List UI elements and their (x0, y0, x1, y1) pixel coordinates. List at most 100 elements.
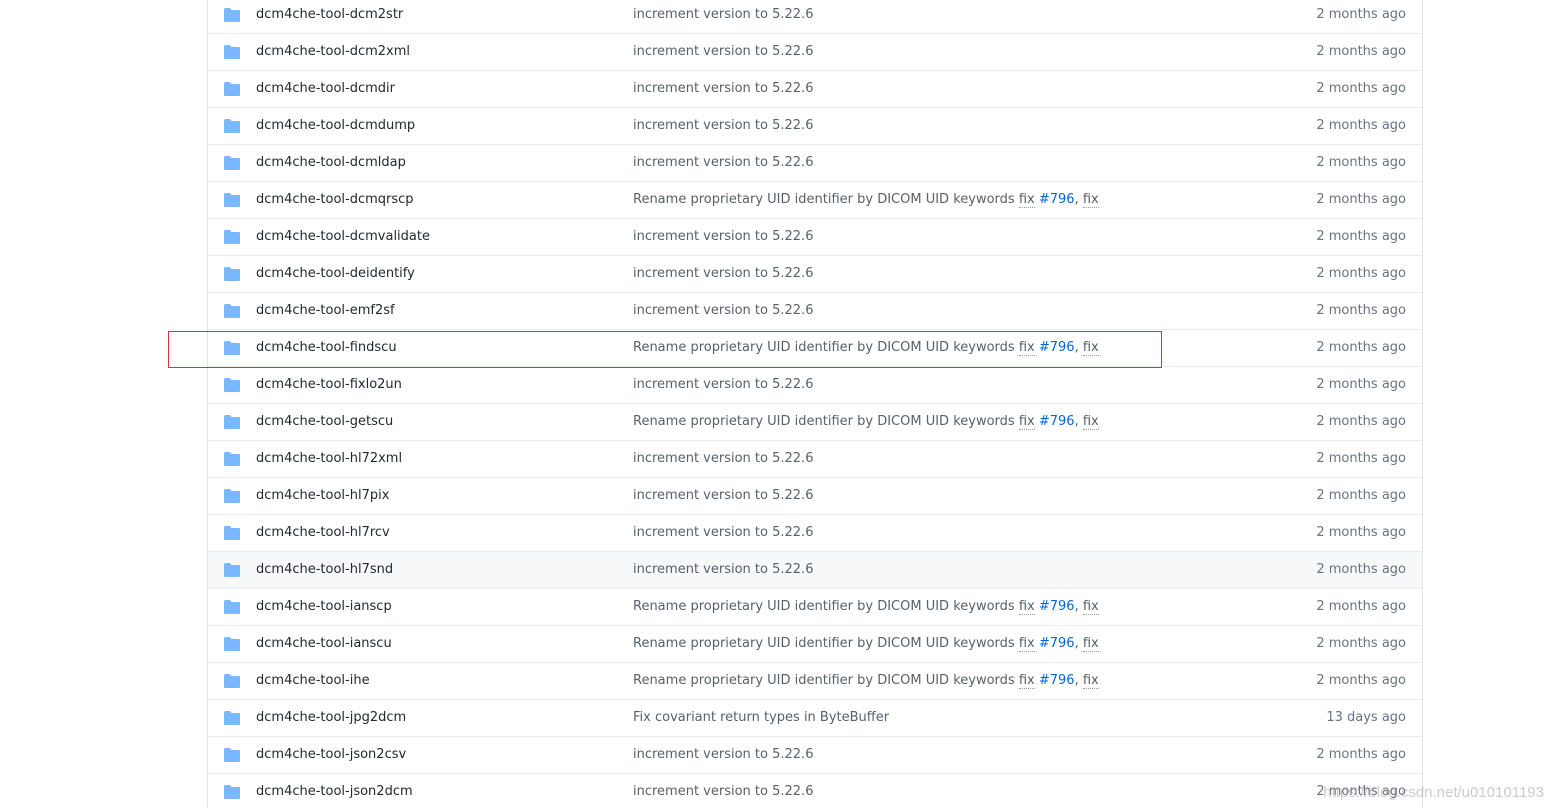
commit-message[interactable]: increment version to 5.22.6 (633, 478, 813, 514)
file-name-link[interactable]: dcm4che-tool-ianscu (256, 626, 392, 662)
fix-ref[interactable]: fix (1018, 636, 1035, 652)
folder-icon (224, 785, 240, 799)
file-name-link[interactable]: dcm4che-tool-dcm2xml (256, 34, 410, 70)
file-name-link[interactable]: dcm4che-tool-jpg2dcm (256, 700, 406, 736)
file-row[interactable]: dcm4che-tool-deidentify increment versio… (208, 255, 1422, 292)
file-row[interactable]: dcm4che-tool-dcmdump increment version t… (208, 107, 1422, 144)
folder-icon (224, 415, 240, 429)
page: dcm4che-tool-dcm2str increment version t… (0, 0, 1552, 809)
commit-message[interactable]: increment version to 5.22.6 (633, 515, 813, 551)
commit-message[interactable]: Rename proprietary UID identifier by DIC… (633, 663, 1103, 699)
file-name-link[interactable]: dcm4che-tool-getscu (256, 404, 393, 440)
file-row[interactable]: dcm4che-tool-hl7snd increment version to… (208, 551, 1422, 588)
file-row[interactable]: dcm4che-tool-findscu Rename proprietary … (208, 329, 1422, 366)
file-row[interactable]: dcm4che-tool-hl7pix increment version to… (208, 477, 1422, 514)
issue-link[interactable]: #796 (1039, 599, 1075, 614)
file-row[interactable]: dcm4che-tool-json2dcm increment version … (208, 773, 1422, 809)
commit-message-text: Rename proprietary UID identifier by DIC… (633, 673, 1015, 688)
file-name-link[interactable]: dcm4che-tool-json2dcm (256, 774, 413, 809)
commit-message[interactable]: increment version to 5.22.6 (633, 774, 813, 809)
folder-icon (224, 674, 240, 688)
file-name-link[interactable]: dcm4che-tool-dcmdump (256, 108, 415, 144)
fix-ref[interactable]: fix (1082, 340, 1099, 356)
file-row[interactable]: dcm4che-tool-ianscu Rename proprietary U… (208, 625, 1422, 662)
fix-ref[interactable]: fix (1082, 414, 1099, 430)
commit-message[interactable]: increment version to 5.22.6 (633, 0, 813, 33)
file-row[interactable]: dcm4che-tool-fixlo2un increment version … (208, 366, 1422, 403)
file-row[interactable]: dcm4che-tool-dcm2xml increment version t… (208, 33, 1422, 70)
commit-message[interactable]: increment version to 5.22.6 (633, 441, 813, 477)
file-name-link[interactable]: dcm4che-tool-hl7pix (256, 478, 389, 514)
commit-message[interactable]: increment version to 5.22.6 (633, 108, 813, 144)
file-name-link[interactable]: dcm4che-tool-hl72xml (256, 441, 402, 477)
issue-link[interactable]: #796 (1039, 636, 1075, 651)
file-row[interactable]: dcm4che-tool-dcm2str increment version t… (208, 0, 1422, 33)
commit-message[interactable]: increment version to 5.22.6 (633, 552, 813, 588)
commit-message[interactable]: increment version to 5.22.6 (633, 293, 813, 329)
issue-link[interactable]: #796 (1039, 192, 1075, 207)
commit-age: 2 months ago (1316, 229, 1406, 244)
file-row[interactable]: dcm4che-tool-ihe Rename proprietary UID … (208, 662, 1422, 699)
file-name-link[interactable]: dcm4che-tool-dcmdir (256, 71, 395, 107)
issue-link[interactable]: #796 (1039, 414, 1075, 429)
separator: , (1074, 599, 1079, 614)
file-name-link[interactable]: dcm4che-tool-ianscp (256, 589, 392, 625)
commit-message[interactable]: increment version to 5.22.6 (633, 256, 813, 292)
file-row[interactable]: dcm4che-tool-ianscp Rename proprietary U… (208, 588, 1422, 625)
file-row[interactable]: dcm4che-tool-hl7rcv increment version to… (208, 514, 1422, 551)
folder-icon (224, 156, 240, 170)
file-row[interactable]: dcm4che-tool-dcmqrscp Rename proprietary… (208, 181, 1422, 218)
commit-message[interactable]: Rename proprietary UID identifier by DIC… (633, 404, 1103, 440)
commit-age: 2 months ago (1316, 118, 1406, 133)
file-name-link[interactable]: dcm4che-tool-ihe (256, 663, 370, 699)
commit-message[interactable]: increment version to 5.22.6 (633, 737, 813, 773)
file-row[interactable]: dcm4che-tool-jpg2dcm Fix covariant retur… (208, 699, 1422, 736)
fix-ref[interactable]: fix (1018, 673, 1035, 689)
commit-message[interactable]: increment version to 5.22.6 (633, 219, 813, 255)
fix-ref[interactable]: fix (1018, 192, 1035, 208)
file-row[interactable]: dcm4che-tool-dcmldap increment version t… (208, 144, 1422, 181)
fix-ref[interactable]: fix (1082, 673, 1099, 689)
commit-message[interactable]: Fix covariant return types in ByteBuffer (633, 700, 889, 736)
file-row[interactable]: dcm4che-tool-emf2sf increment version to… (208, 292, 1422, 329)
file-row[interactable]: dcm4che-tool-json2csv increment version … (208, 736, 1422, 773)
watermark: https://blog.csdn.net/u010101193 (1323, 784, 1544, 801)
issue-link[interactable]: #796 (1039, 673, 1075, 688)
commit-message[interactable]: increment version to 5.22.6 (633, 34, 813, 70)
file-name-link[interactable]: dcm4che-tool-json2csv (256, 737, 406, 773)
file-name-link[interactable]: dcm4che-tool-dcmldap (256, 145, 406, 181)
file-name-link[interactable]: dcm4che-tool-deidentify (256, 256, 415, 292)
fix-ref[interactable]: fix (1018, 599, 1035, 615)
file-name-link[interactable]: dcm4che-tool-emf2sf (256, 293, 395, 329)
separator: , (1074, 340, 1079, 355)
fix-ref[interactable]: fix (1082, 599, 1099, 615)
file-name-link[interactable]: dcm4che-tool-dcmvalidate (256, 219, 430, 255)
file-name-link[interactable]: dcm4che-tool-findscu (256, 330, 397, 366)
fix-ref[interactable]: fix (1082, 636, 1099, 652)
file-name-link[interactable]: dcm4che-tool-dcmqrscp (256, 182, 414, 218)
fix-ref[interactable]: fix (1018, 340, 1035, 356)
file-name-link[interactable]: dcm4che-tool-dcm2str (256, 0, 403, 33)
file-row[interactable]: dcm4che-tool-dcmdir increment version to… (208, 70, 1422, 107)
fix-ref[interactable]: fix (1082, 192, 1099, 208)
commit-message[interactable]: increment version to 5.22.6 (633, 71, 813, 107)
file-row[interactable]: dcm4che-tool-hl72xml increment version t… (208, 440, 1422, 477)
commit-message[interactable]: Rename proprietary UID identifier by DIC… (633, 330, 1103, 366)
issue-link[interactable]: #796 (1039, 340, 1075, 355)
commit-message[interactable]: increment version to 5.22.6 (633, 367, 813, 403)
commit-message[interactable]: Rename proprietary UID identifier by DIC… (633, 626, 1103, 662)
commit-age: 2 months ago (1316, 303, 1406, 318)
file-row[interactable]: dcm4che-tool-getscu Rename proprietary U… (208, 403, 1422, 440)
folder-icon (224, 748, 240, 762)
commit-message[interactable]: Rename proprietary UID identifier by DIC… (633, 589, 1103, 625)
commit-age: 2 months ago (1316, 562, 1406, 577)
commit-message[interactable]: Rename proprietary UID identifier by DIC… (633, 182, 1103, 218)
file-name-link[interactable]: dcm4che-tool-hl7snd (256, 552, 393, 588)
fix-ref[interactable]: fix (1018, 414, 1035, 430)
file-name-link[interactable]: dcm4che-tool-fixlo2un (256, 367, 402, 403)
folder-icon (224, 452, 240, 466)
commit-message[interactable]: increment version to 5.22.6 (633, 145, 813, 181)
file-name-link[interactable]: dcm4che-tool-hl7rcv (256, 515, 390, 551)
file-row[interactable]: dcm4che-tool-dcmvalidate increment versi… (208, 218, 1422, 255)
folder-icon (224, 341, 240, 355)
